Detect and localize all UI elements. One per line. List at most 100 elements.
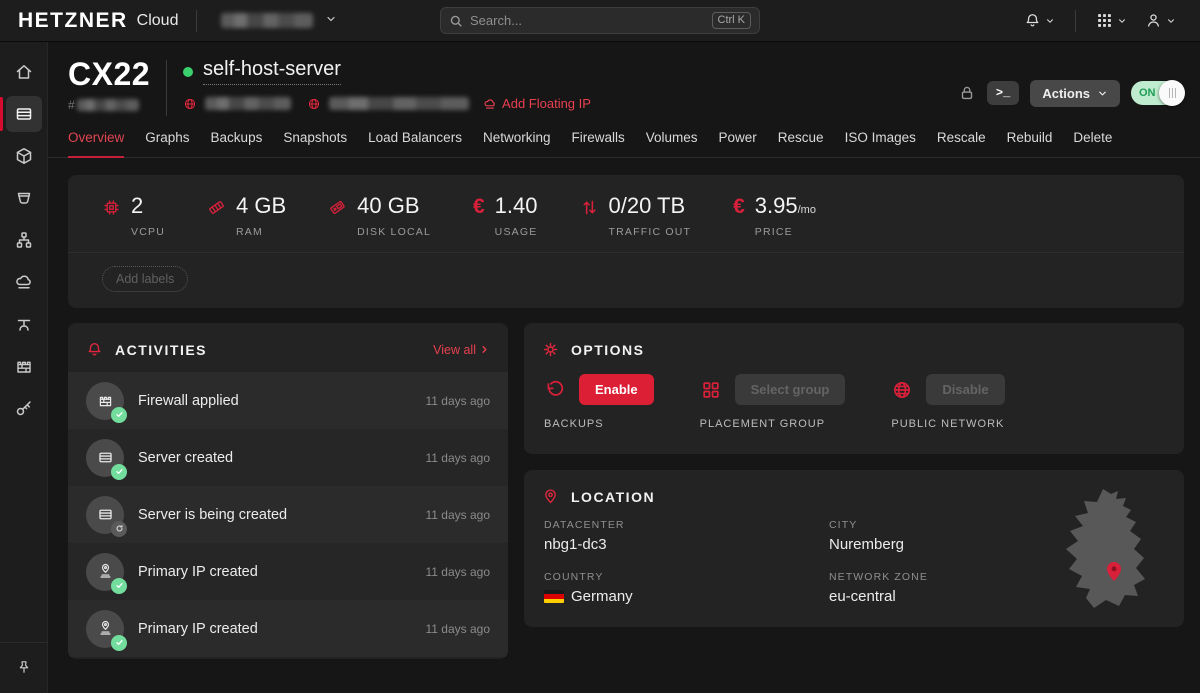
stat-label: TRAFFIC OUT bbox=[609, 226, 692, 238]
bell-icon bbox=[1024, 12, 1041, 29]
stat-value: 1.40 bbox=[495, 193, 538, 218]
actions-button[interactable]: Actions bbox=[1030, 80, 1120, 107]
delete-protection-lock-icon bbox=[958, 84, 976, 102]
activity-title: Server is being created bbox=[138, 507, 287, 523]
tab-delete[interactable]: Delete bbox=[1073, 130, 1112, 157]
product-name: Cloud bbox=[137, 12, 179, 30]
console-button[interactable]: >_ bbox=[987, 81, 1019, 105]
firewall-icon bbox=[86, 382, 124, 420]
primary-ip-icon bbox=[86, 553, 124, 591]
redacted-ipv4 bbox=[205, 97, 291, 110]
tab-volumes[interactable]: Volumes bbox=[646, 130, 698, 157]
tab-rebuild[interactable]: Rebuild bbox=[1007, 130, 1053, 157]
success-check-icon bbox=[111, 464, 127, 480]
tab-networking[interactable]: Networking bbox=[483, 130, 551, 157]
search-input[interactable] bbox=[470, 13, 712, 28]
sidebar-item-floating-ips[interactable] bbox=[6, 264, 42, 300]
header-divider bbox=[166, 60, 167, 116]
backup-history-icon bbox=[544, 379, 566, 401]
activity-row: Firewall applied 11 days ago bbox=[68, 372, 508, 429]
chevron-down-icon bbox=[1097, 88, 1108, 99]
sidebar-item-security-keys[interactable] bbox=[6, 390, 42, 426]
server-name[interactable]: self-host-server bbox=[203, 58, 341, 85]
view-all-link[interactable]: View all bbox=[433, 343, 490, 357]
tab-rescale[interactable]: Rescale bbox=[937, 130, 986, 157]
location-title: LOCATION bbox=[571, 489, 655, 505]
tab-load-balancers[interactable]: Load Balancers bbox=[368, 130, 462, 157]
chevron-down-icon bbox=[325, 12, 337, 30]
success-check-icon bbox=[111, 407, 127, 423]
germany-map bbox=[1042, 486, 1170, 621]
tab-iso-images[interactable]: ISO Images bbox=[845, 130, 916, 157]
redacted-ipv6 bbox=[329, 97, 469, 110]
main-content: CX22 # self-host-server bbox=[48, 42, 1200, 693]
server-type: CX22 bbox=[68, 58, 150, 92]
view-all-label: View all bbox=[433, 343, 476, 357]
add-floating-ip-label: Add Floating IP bbox=[502, 96, 591, 111]
volume-cube-icon bbox=[14, 146, 34, 166]
sidebar-item-servers[interactable] bbox=[6, 96, 42, 132]
sidebar-item-home[interactable] bbox=[6, 54, 42, 90]
notifications-menu[interactable] bbox=[1018, 8, 1061, 33]
germany-flag-icon bbox=[544, 590, 564, 603]
redacted-server-id bbox=[77, 99, 139, 111]
project-selector[interactable] bbox=[215, 8, 343, 34]
power-toggle[interactable]: ON bbox=[1131, 81, 1178, 105]
topbar: HETZNER Cloud Ctrl K bbox=[0, 0, 1200, 42]
option-backups: Enable BACKUPS bbox=[544, 374, 654, 430]
apps-menu[interactable] bbox=[1090, 8, 1133, 33]
enable-backups-button[interactable]: Enable bbox=[579, 374, 654, 405]
topbar-divider bbox=[1075, 10, 1076, 32]
firewall-icon bbox=[14, 356, 34, 376]
stat-label: VCPU bbox=[131, 226, 165, 238]
tab-graphs[interactable]: Graphs bbox=[145, 130, 189, 157]
gear-icon bbox=[542, 341, 559, 358]
tab-backups[interactable]: Backups bbox=[211, 130, 263, 157]
topbar-divider bbox=[196, 10, 197, 32]
load-balancer-icon bbox=[14, 188, 34, 208]
tab-snapshots[interactable]: Snapshots bbox=[283, 130, 347, 157]
pin-sidebar-button[interactable] bbox=[6, 653, 42, 681]
chevron-right-icon bbox=[479, 344, 490, 355]
sidebar-item-primary-ips[interactable] bbox=[6, 306, 42, 342]
activity-time: 11 days ago bbox=[426, 508, 491, 522]
primary-ip-icon bbox=[86, 610, 124, 648]
location-card: LOCATION DATACENTER nbg1-dc3 CITY Nuremb… bbox=[524, 470, 1184, 627]
activity-title: Primary IP created bbox=[138, 621, 258, 637]
activity-row: Primary IP created 11 days ago bbox=[68, 543, 508, 600]
tab-power[interactable]: Power bbox=[719, 130, 757, 157]
search-shortcut: Ctrl K bbox=[712, 12, 752, 29]
key-icon bbox=[14, 398, 34, 418]
tab-bar: Overview Graphs Backups Snapshots Load B… bbox=[48, 116, 1200, 158]
server-id-prefix: # bbox=[68, 98, 75, 112]
activity-row: Server created 11 days ago bbox=[68, 429, 508, 486]
stat-suffix: /mo bbox=[798, 204, 816, 216]
ram-icon bbox=[207, 198, 226, 238]
activities-title: ACTIVITIES bbox=[115, 342, 207, 358]
select-placement-group-button: Select group bbox=[735, 374, 846, 405]
sidebar-item-firewalls[interactable] bbox=[6, 348, 42, 384]
add-labels-button[interactable]: Add labels bbox=[102, 266, 188, 292]
sidebar-item-load-balancers[interactable] bbox=[6, 180, 42, 216]
tab-rescue[interactable]: Rescue bbox=[778, 130, 824, 157]
sidebar-item-networks[interactable] bbox=[6, 222, 42, 258]
cpu-icon bbox=[102, 198, 121, 238]
add-floating-ip-link[interactable]: Add Floating IP bbox=[483, 96, 591, 111]
stat-price: € 3.95/mo PRICE bbox=[733, 195, 816, 238]
stat-label: DISK LOCAL bbox=[357, 226, 431, 238]
bell-icon bbox=[86, 341, 103, 358]
option-public-network: Disable PUBLIC NETWORK bbox=[891, 374, 1004, 430]
field-label: COUNTRY bbox=[544, 571, 829, 583]
primary-ip-icon bbox=[14, 314, 34, 334]
search-bar[interactable]: Ctrl K bbox=[440, 7, 760, 34]
tab-overview[interactable]: Overview bbox=[68, 130, 124, 158]
stat-value: 2 bbox=[131, 193, 143, 218]
sidebar-item-volumes[interactable] bbox=[6, 138, 42, 174]
tab-firewalls[interactable]: Firewalls bbox=[571, 130, 624, 157]
stat-ram: 4 GB RAM bbox=[207, 195, 286, 238]
activity-time: 11 days ago bbox=[426, 622, 491, 636]
activity-title: Primary IP created bbox=[138, 564, 258, 580]
stat-label: PRICE bbox=[755, 226, 816, 238]
account-menu[interactable] bbox=[1139, 8, 1182, 33]
stat-usage: € 1.40 USAGE bbox=[473, 195, 538, 238]
